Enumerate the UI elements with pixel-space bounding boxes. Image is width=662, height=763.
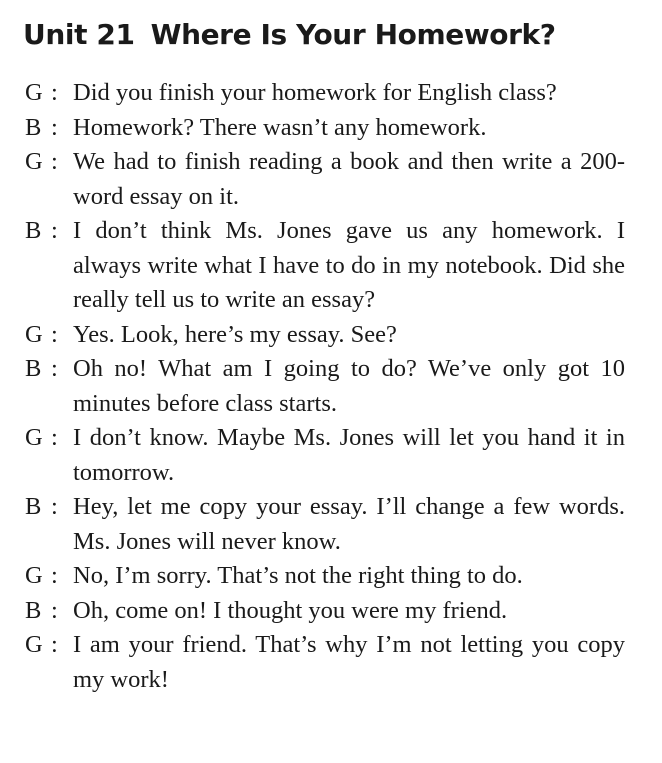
dialogue-line: B : Hey, let me copy your essay. I’ll ch… [25, 490, 625, 559]
speaker-colon: : [51, 596, 58, 624]
speaker-label: G [25, 631, 43, 658]
unit-number: Unit 21 [23, 18, 135, 51]
dialogue-text: Oh no! What am I going to do? We’ve only… [73, 355, 625, 417]
speaker-colon: : [51, 79, 58, 106]
speaker-label: G [25, 562, 43, 589]
speaker-colon: : [51, 493, 58, 520]
speaker-colon: : [51, 562, 58, 589]
dialogue-line: B : Oh, come on! I thought you were my f… [25, 594, 625, 629]
speaker-label: G [25, 424, 43, 451]
dialogue: G : Did you finish your homework for Eng… [25, 76, 625, 697]
unit-title: Unit 21 Where Is Your Homework? [23, 18, 556, 51]
dialogue-line: G : We had to finish reading a book and … [25, 145, 625, 214]
dialogue-text: No, I’m sorry. That’s not the right thin… [73, 562, 523, 589]
dialogue-text: Yes. Look, here’s my essay. See? [73, 320, 397, 348]
dialogue-line: G : Did you finish your homework for Eng… [25, 76, 625, 111]
speaker-label: B [25, 355, 42, 382]
speaker-label: B [25, 217, 42, 244]
dialogue-line: G : No, I’m sorry. That’s not the right … [25, 559, 625, 594]
speaker-label: G [25, 148, 43, 175]
dialogue-line: B : Homework? There wasn’t any homework. [25, 111, 625, 146]
dialogue-text: I don’t know. Maybe Ms. Jones will let y… [73, 424, 625, 486]
dialogue-text: We had to finish reading a book and then… [73, 148, 625, 210]
dialogue-line: G : Yes. Look, here’s my essay. See? [25, 318, 625, 353]
speaker-label: G [25, 79, 43, 106]
dialogue-text: Oh, come on! I thought you were my frien… [73, 596, 508, 624]
dialogue-text: Homework? There wasn’t any homework. [73, 113, 487, 141]
speaker-colon: : [51, 320, 58, 348]
speaker-label: G [25, 320, 43, 348]
document-page: Unit 21 Where Is Your Homework? G : Did y… [0, 0, 662, 763]
dialogue-line: G : I am your friend. That’s why I’m not… [25, 628, 625, 697]
speaker-label: B [25, 493, 42, 520]
dialogue-text: Did you finish your homework for English… [73, 79, 557, 106]
dialogue-line: B : I don’t think Ms. Jones gave us any … [25, 214, 625, 318]
speaker-colon: : [51, 355, 58, 382]
dialogue-text: Hey, let me copy your essay. I’ll change… [73, 493, 625, 555]
speaker-colon: : [51, 424, 58, 451]
speaker-label: B [25, 596, 42, 624]
dialogue-line: B : Oh no! What am I going to do? We’ve … [25, 352, 625, 421]
speaker-colon: : [51, 148, 58, 175]
speaker-colon: : [51, 113, 58, 141]
dialogue-text: I am your friend. That’s why I’m not let… [73, 631, 625, 693]
unit-title-text: Where Is Your Homework? [150, 18, 556, 51]
dialogue-line: G : I don’t know. Maybe Ms. Jones will l… [25, 421, 625, 490]
speaker-label: B [25, 113, 42, 141]
dialogue-text: I don’t think Ms. Jones gave us any home… [73, 217, 625, 313]
speaker-colon: : [51, 631, 58, 658]
speaker-colon: : [51, 217, 58, 244]
